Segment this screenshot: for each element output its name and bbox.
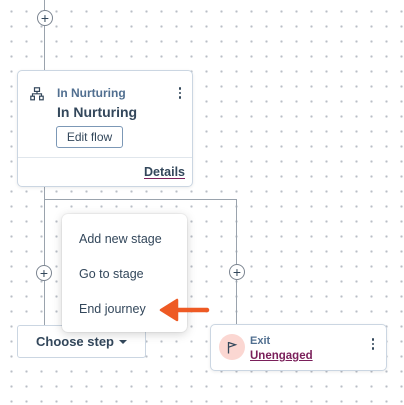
connector-down xyxy=(44,187,45,325)
flow-node-card: In Nurturing In Nurturing Edit flow Deta… xyxy=(17,70,193,187)
annotation-arrow-icon xyxy=(159,298,210,322)
add-step-button-top[interactable]: + xyxy=(37,10,53,26)
connector-horizontal xyxy=(44,199,237,200)
node-divider xyxy=(18,157,192,158)
node-type-label: In Nurturing xyxy=(57,86,126,100)
exit-node-card: Exit Unengaged xyxy=(210,324,387,371)
menu-item-add-new-stage[interactable]: Add new stage xyxy=(79,232,162,246)
node-title: In Nurturing xyxy=(57,104,138,120)
exit-options-icon[interactable] xyxy=(370,338,376,350)
connector-right xyxy=(236,199,237,324)
flag-icon xyxy=(219,334,245,360)
add-step-button-right[interactable]: + xyxy=(229,264,245,280)
exit-label: Exit xyxy=(250,335,271,347)
menu-item-go-to-stage[interactable]: Go to stage xyxy=(79,267,144,281)
node-options-icon[interactable] xyxy=(177,87,183,99)
branch-icon xyxy=(30,87,44,101)
caret-down-icon xyxy=(119,339,127,344)
details-link[interactable]: Details xyxy=(144,165,185,179)
choose-step-label: Choose step xyxy=(35,334,114,349)
edit-flow-button[interactable]: Edit flow xyxy=(56,126,123,148)
add-step-button-left[interactable]: + xyxy=(36,265,52,281)
exit-status-link[interactable]: Unengaged xyxy=(250,350,313,362)
menu-item-end-journey[interactable]: End journey xyxy=(79,302,146,316)
